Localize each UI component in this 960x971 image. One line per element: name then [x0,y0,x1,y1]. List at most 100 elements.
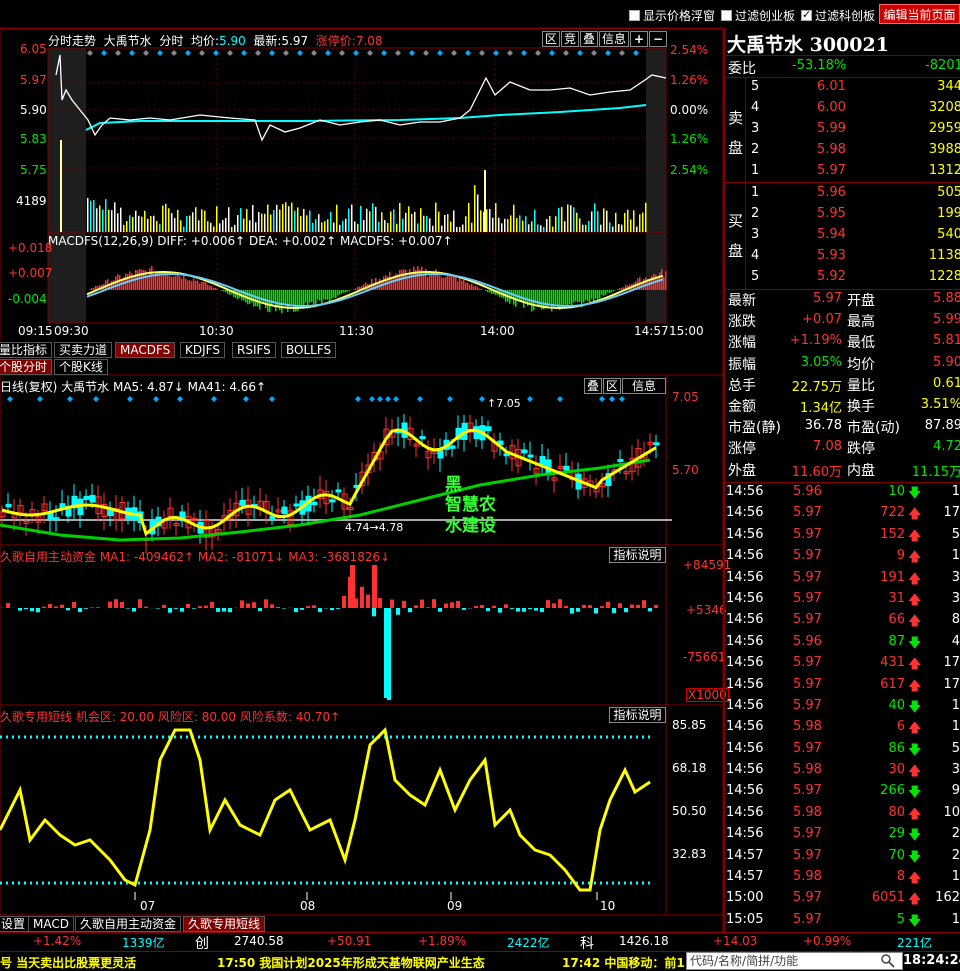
trade-time: 14:56 [726,569,764,585]
signal-diamond-icon [381,50,387,56]
volume-bar [384,220,386,232]
candle-body [281,506,288,514]
search-icon[interactable] [880,953,896,969]
macd-bar [393,277,395,290]
funds-bar [498,608,502,613]
macd-bar [349,290,351,291]
high-price-label: ↑7.05 [487,397,521,410]
macd-bar [471,283,473,290]
funds-bar [540,608,544,613]
filter-star-option[interactable]: 过滤科创板 [801,6,875,24]
funds-bar [522,608,526,612]
sell-level[interactable]: 3 5.99 2959 [747,121,960,141]
sell-level[interactable]: 5 6.01 344 [747,79,960,99]
volume-bar [216,206,218,232]
indicator-help-button[interactable]: 指标说明 [609,547,666,563]
macd-bar [663,277,665,290]
sell-level[interactable]: 4 6.00 3208 [747,100,960,120]
tab-bollfs[interactable]: BOLLFS [281,342,337,358]
ma5-line [1,428,657,537]
search-input[interactable]: 代码/名称/简拼/功能 [686,952,903,970]
y-label: 5.83 [20,132,47,146]
news-item[interactable]: 17:50 我国计划2025年形成天基物联网产业生态 [217,954,485,971]
buy-level[interactable]: 1 5.96 505 [747,185,960,205]
candle-body [329,499,336,503]
y-label: 5.75 [20,163,47,177]
macd-bar [299,290,301,308]
macd-bar [221,290,223,291]
signal-diamond-icon [325,50,331,56]
month-label: 07 [140,899,156,913]
stat-value: +0.07 [802,312,842,328]
volume-bar [315,219,317,232]
tab-shortline[interactable]: 久歌专用短线 [183,916,266,932]
trade-time: 14:56 [726,526,764,542]
tab-active-funds[interactable]: 久歌自用主动资金 [75,916,182,932]
trade-count: 9 [951,783,960,799]
buy-level[interactable]: 5 5.92 1228 [747,269,960,289]
signal-diamond-icon [153,396,159,402]
sell-level[interactable]: 2 5.98 3988 [747,142,960,162]
zoom-out-button[interactable]: − [649,31,667,47]
tab-stock-kline[interactable]: 个股K线 [54,359,108,375]
macd-bar [621,287,623,290]
overlay-button[interactable]: 叠 [580,31,598,47]
macd-bar [283,290,285,305]
macd-bar [195,280,197,290]
news-item[interactable]: 17:42 中国移动：前1 [562,954,685,971]
trade-price: 5.97 [793,783,822,799]
macd-bar [603,290,605,296]
trade-time: 14:57 [726,869,764,885]
tab-volume-ratio[interactable]: 量比指标 [0,342,53,358]
edit-page-button[interactable]: 编辑当前页面 [879,4,960,24]
trade-time: 14:56 [726,590,764,606]
filter-chinext-option[interactable]: 过滤创业板 [721,6,795,24]
macd-bar [421,266,423,290]
info-button[interactable]: 信息 [599,31,629,47]
tab-macdfs[interactable]: MACDFS [115,342,176,358]
funds-bar [462,608,466,610]
area-button[interactable]: 区 [542,31,560,47]
sell-level[interactable]: 1 5.97 1312 [747,163,960,183]
news-item[interactable]: 号 当天卖出比股票更灵活 [0,954,136,971]
tab-stock-intraday[interactable]: 个股分时 [0,359,53,375]
macd-bar [583,290,585,303]
stat-value: 36.78 [804,418,842,434]
buy-level[interactable]: 2 5.95 199 [747,206,960,226]
macd-bar [281,290,283,314]
auction-button[interactable]: 竞 [561,31,579,47]
funds-bar [624,608,628,613]
volume-bar [318,214,320,232]
signal-diamond-icon [527,396,533,402]
volume-bar [567,204,569,232]
volume-bar [519,215,521,232]
volume-bar [258,211,260,232]
funds-bar [366,594,370,608]
checkbox-checked-icon[interactable] [801,8,812,21]
tab-macd[interactable]: MACD [28,916,74,932]
tab-rsifs[interactable]: RSIFS [232,342,276,358]
overlay-button[interactable]: 叠 [584,378,602,394]
info-button[interactable]: 信息 [622,378,666,394]
tab-settings[interactable]: 设置 [0,916,31,932]
volume-bar [570,205,572,232]
area-button[interactable]: 区 [603,378,621,394]
buy-level[interactable]: 4 5.93 1138 [747,248,960,268]
trade-price: 5.97 [793,612,822,628]
funds-bar [240,600,244,608]
divider [725,55,960,56]
volume-bar [363,220,365,232]
trade-row: 14:56 5.97 31 🡅 3 [723,589,960,610]
indicator-help-button[interactable]: 指标说明 [609,707,666,723]
tab-buy-sell-force[interactable]: 买卖力道 [54,342,113,358]
macd-bar [665,271,667,290]
trade-price: 5.98 [793,762,822,778]
tab-kdjfs[interactable]: KDJFS [180,342,225,358]
signal-diamond-icon [213,50,219,56]
buy-level[interactable]: 3 5.94 540 [747,227,960,247]
zoom-in-button[interactable]: + [630,31,648,47]
volume-bar [228,207,230,232]
macd-bar [151,265,153,290]
trade-time: 14:56 [726,719,764,735]
volume-bar [192,212,194,232]
